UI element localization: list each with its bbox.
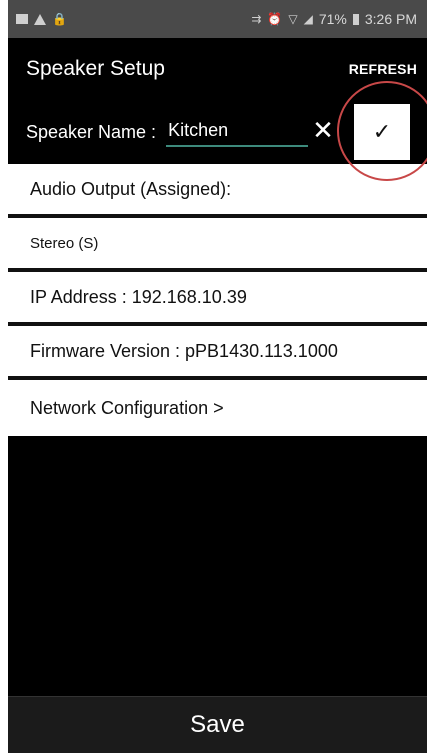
battery-percent: 71%: [318, 11, 347, 27]
app-header: Speaker Setup REFRESH: [8, 38, 427, 100]
clear-icon[interactable]: ✕: [308, 112, 338, 148]
battery-icon: [352, 13, 359, 25]
audio-output-value-item[interactable]: Stereo (S): [8, 218, 427, 272]
status-time: 3:26 PM: [364, 11, 417, 27]
mute-icon: ⇉: [251, 12, 262, 26]
status-right-icons: ⇉ ⏰ ▽ ◢ 71% 3:26 PM: [251, 11, 417, 27]
wifi-icon: ▽: [288, 12, 298, 26]
refresh-button[interactable]: REFRESH: [349, 61, 417, 77]
status-left-icons: 🔒: [16, 12, 67, 26]
ip-address-item: IP Address : 192.168.10.39: [8, 272, 427, 326]
status-bar: 🔒 ⇉ ⏰ ▽ ◢ 71% 3:26 PM: [8, 0, 427, 38]
firmware-version-item: Firmware Version : pPB1430.113.1000: [8, 326, 427, 380]
warning-icon: [34, 13, 46, 25]
signal-icon: ◢: [303, 12, 313, 26]
confirm-button[interactable]: ✓: [354, 104, 410, 160]
settings-list: Audio Output (Assigned): Stereo (S) IP A…: [8, 164, 427, 436]
network-configuration-item[interactable]: Network Configuration >: [8, 380, 427, 436]
checkmark-icon: ✓: [372, 119, 392, 144]
audio-output-item[interactable]: Audio Output (Assigned):: [8, 164, 427, 218]
save-button[interactable]: Save: [8, 696, 427, 753]
speaker-name-row: Speaker Name : ✕ ✓: [8, 81, 427, 181]
speaker-name-label: Speaker Name :: [26, 121, 157, 142]
page-title: Speaker Setup: [26, 57, 165, 80]
notification-square-icon: [16, 14, 28, 24]
alarm-icon: ⏰: [267, 12, 283, 26]
speaker-name-input[interactable]: [166, 117, 309, 147]
lock-icon: 🔒: [52, 12, 67, 26]
app-screen: 🔒 ⇉ ⏰ ▽ ◢ 71% 3:26 PM Speaker Setup REFR…: [8, 0, 427, 753]
